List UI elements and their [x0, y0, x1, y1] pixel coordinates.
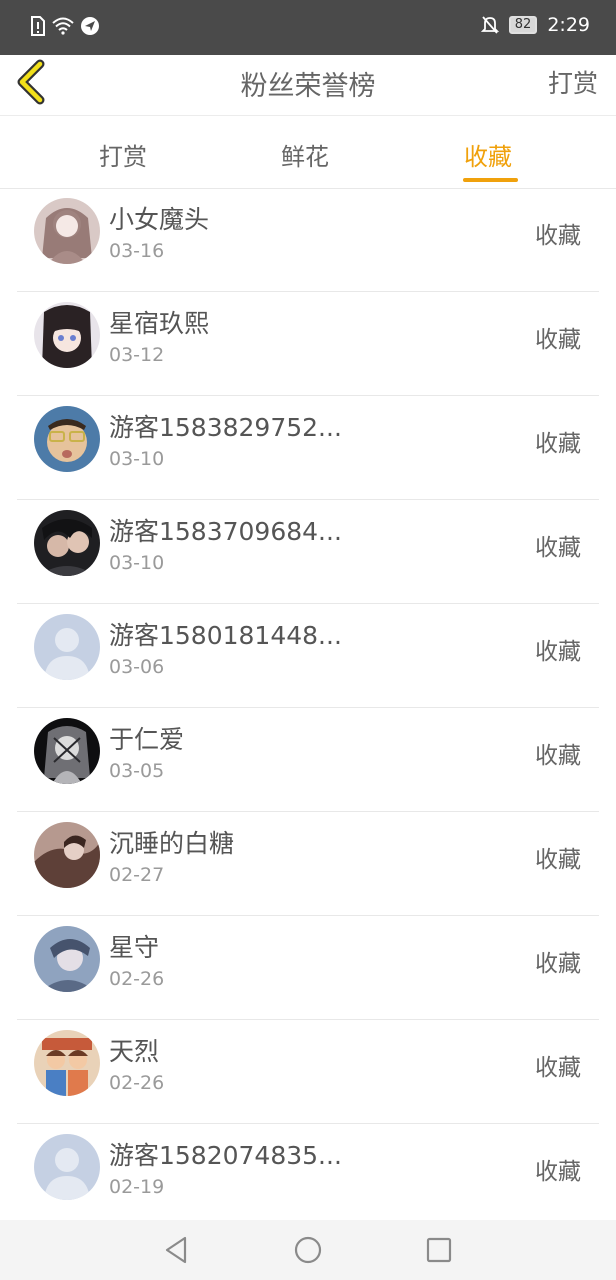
header-bar: 粉丝荣誉榜 打赏 [0, 55, 616, 116]
avatar [34, 510, 100, 576]
user-name: 游客1583709684... [109, 517, 342, 546]
user-name: 天烈 [109, 1037, 160, 1066]
avatar [34, 926, 100, 992]
date-label: 03-06 [109, 656, 165, 678]
nav-home-button[interactable] [292, 1234, 324, 1266]
avatar [34, 718, 100, 784]
date-label: 03-12 [109, 344, 165, 366]
user-name: 星宿玖熙 [109, 309, 210, 338]
date-label: 03-05 [109, 760, 165, 782]
page-title: 粉丝荣誉榜 [240, 71, 376, 102]
battery-indicator: 82 [508, 16, 538, 34]
sim-alert-icon [31, 16, 45, 36]
tab-bar: 打赏 鲜花 收藏 [0, 117, 616, 189]
user-name: 游客1582074835... [109, 1141, 342, 1170]
action-label: 收藏 [535, 327, 581, 353]
nav-back-button[interactable] [161, 1234, 193, 1266]
default-avatar-icon [34, 614, 100, 680]
avatar [34, 198, 100, 264]
list-item[interactable]: 于仁爱 03-05 收藏 [17, 708, 599, 812]
list-item[interactable]: 星守 02-26 收藏 [17, 916, 599, 1020]
date-label: 03-10 [109, 448, 165, 470]
user-name: 小女魔头 [109, 205, 210, 234]
user-name: 游客1580181448... [109, 621, 342, 650]
list-item[interactable]: 天烈 02-26 收藏 [17, 1020, 599, 1124]
action-label: 收藏 [535, 535, 581, 561]
action-label: 收藏 [535, 951, 581, 977]
active-tab-indicator [463, 178, 518, 182]
user-name: 于仁爱 [109, 725, 185, 754]
tab-flowers[interactable]: 鲜花 [281, 137, 329, 172]
avatar [34, 302, 100, 368]
action-label: 收藏 [535, 639, 581, 665]
action-label: 收藏 [535, 431, 581, 457]
avatar [34, 822, 100, 888]
action-label: 收藏 [535, 223, 581, 249]
tab-reward[interactable]: 打赏 [99, 137, 147, 172]
date-label: 02-19 [109, 1176, 165, 1198]
circle-home-icon [294, 1236, 322, 1264]
system-nav-bar [0, 1220, 616, 1280]
reward-button[interactable]: 打赏 [548, 64, 598, 100]
list-item[interactable]: 星宿玖熙 03-12 收藏 [17, 292, 599, 396]
user-name: 星守 [109, 933, 160, 962]
date-label: 03-16 [109, 240, 165, 262]
user-name: 游客1583829752... [109, 413, 342, 442]
tab-favorites[interactable]: 收藏 [464, 137, 512, 172]
date-label: 02-26 [109, 1072, 165, 1094]
date-label: 02-27 [109, 864, 165, 886]
list-item[interactable]: 沉睡的白糖 02-27 收藏 [17, 812, 599, 916]
fan-list: 小女魔头 03-16 收藏 星宿玖熙 03-12 收藏 游客1583829752… [17, 188, 599, 1228]
bell-muted-icon [480, 16, 499, 34]
location-icon [81, 17, 99, 35]
date-label: 03-10 [109, 552, 165, 574]
user-name: 沉睡的白糖 [109, 829, 235, 858]
default-avatar-icon [34, 1134, 100, 1200]
triangle-back-icon [165, 1236, 187, 1264]
date-label: 02-26 [109, 968, 165, 990]
action-label: 收藏 [535, 847, 581, 873]
square-recents-icon [426, 1237, 452, 1263]
status-time: 2:29 [547, 14, 590, 36]
nav-recents-button[interactable] [423, 1234, 455, 1266]
list-item[interactable]: 游客1582074835... 02-19 收藏 [17, 1124, 599, 1228]
action-label: 收藏 [535, 1159, 581, 1185]
wifi-icon [52, 17, 74, 35]
action-label: 收藏 [535, 1055, 581, 1081]
list-item[interactable]: 游客1580181448... 03-06 收藏 [17, 604, 599, 708]
status-icons-right: 82 2:29 [480, 14, 590, 36]
avatar [34, 1030, 100, 1096]
action-label: 收藏 [535, 743, 581, 769]
status-icons-left [30, 16, 100, 36]
list-item[interactable]: 小女魔头 03-16 收藏 [17, 188, 599, 292]
status-bar: 82 2:29 [0, 0, 616, 55]
list-item[interactable]: 游客1583709684... 03-10 收藏 [17, 500, 599, 604]
list-item[interactable]: 游客1583829752... 03-10 收藏 [17, 396, 599, 500]
avatar [34, 406, 100, 472]
